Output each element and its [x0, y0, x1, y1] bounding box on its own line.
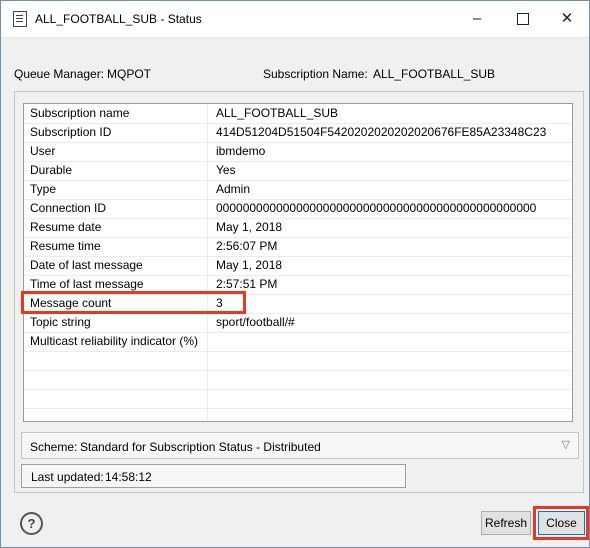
property-name-empty	[24, 370, 208, 389]
property-value: sport/football/#	[216, 315, 295, 329]
scheme-value: Standard for Subscription Status - Distr…	[80, 440, 321, 454]
property-name: Multicast reliability indicator (%)	[24, 332, 208, 351]
property-value: May 1, 2018	[216, 258, 283, 272]
refresh-button[interactable]: Refresh	[481, 511, 531, 535]
subscription-name-label: Subscription Name:	[263, 67, 368, 81]
property-name: Durable	[24, 161, 208, 180]
property-name: Date of last message	[24, 256, 208, 275]
property-value: 0000000000000000000000000000000000000000…	[216, 201, 537, 215]
table-row-empty	[24, 370, 572, 390]
queue-manager-value: MQPOT	[107, 67, 151, 81]
maximize-icon	[517, 13, 529, 26]
window-title: ALL_FOOTBALL_SUB - Status	[35, 12, 202, 26]
help-icon[interactable]: ?	[20, 512, 43, 535]
table-row[interactable]: Subscription ID 414D51204D51504F54202020…	[24, 123, 572, 143]
property-name: User	[24, 142, 208, 161]
subscription-name-value: ALL_FOOTBALL_SUB	[373, 67, 496, 81]
status-table[interactable]: Subscription name ALL_FOOTBALL_SUB Subsc…	[23, 103, 573, 422]
title-bar: ALL_FOOTBALL_SUB - Status – ✕	[1, 1, 589, 38]
property-name-empty	[24, 389, 208, 408]
property-name: Type	[24, 180, 208, 199]
property-value: May 1, 2018	[216, 220, 283, 234]
table-row-empty	[24, 351, 572, 371]
property-value: ALL_FOOTBALL_SUB	[216, 106, 339, 120]
property-value: 414D51204D51504F5420202020202020676FE85A…	[216, 125, 547, 139]
property-name: Resume time	[24, 237, 208, 256]
close-button-highlight	[533, 506, 589, 540]
table-row-empty	[24, 408, 572, 421]
property-name: Subscription ID	[24, 123, 208, 142]
table-row-empty	[24, 389, 572, 409]
last-updated-box: Last updated: 14:58:12	[21, 464, 406, 488]
maximize-button[interactable]	[501, 1, 545, 37]
status-dialog: ALL_FOOTBALL_SUB - Status – ✕ Queue Mana…	[0, 0, 590, 548]
last-updated-value: 14:58:12	[105, 470, 152, 484]
property-name: Connection ID	[24, 199, 208, 218]
table-row[interactable]: Date of last message May 1, 2018	[24, 256, 572, 276]
last-updated-label: Last updated:	[31, 470, 104, 484]
dropdown-arrow-icon[interactable]: ▽	[562, 438, 570, 451]
property-value: 2:56:07 PM	[216, 239, 278, 253]
scheme-selector[interactable]: Scheme: Standard for Subscription Status…	[21, 432, 579, 459]
table-row[interactable]: Subscription name ALL_FOOTBALL_SUB	[24, 104, 572, 124]
table-row[interactable]: User ibmdemo	[24, 142, 572, 162]
scheme-label: Scheme:	[30, 440, 78, 454]
minimize-button[interactable]: –	[455, 1, 499, 37]
property-value: ibmdemo	[216, 144, 266, 158]
property-value: Yes	[216, 163, 236, 177]
property-name: Resume date	[24, 218, 208, 237]
property-value	[209, 332, 216, 351]
table-row[interactable]: Multicast reliability indicator (%)	[24, 332, 572, 352]
property-name-empty	[24, 351, 208, 370]
window-close-button[interactable]: ✕	[545, 1, 589, 37]
table-row[interactable]: Connection ID 00000000000000000000000000…	[24, 199, 572, 219]
queue-manager-label: Queue Manager:	[14, 67, 105, 81]
property-name: Subscription name	[24, 104, 208, 123]
document-icon	[13, 11, 27, 27]
table-row[interactable]: Resume time 2:56:07 PM	[24, 237, 572, 257]
table-row[interactable]: Resume date May 1, 2018	[24, 218, 572, 238]
property-name: Topic string	[24, 313, 208, 332]
table-row[interactable]: Type Admin	[24, 180, 572, 200]
property-name-empty	[24, 408, 208, 421]
table-row[interactable]: Durable Yes	[24, 161, 572, 181]
table-row[interactable]: Topic string sport/football/#	[24, 313, 572, 333]
message-count-highlight	[21, 291, 246, 314]
property-value: Admin	[216, 182, 251, 196]
